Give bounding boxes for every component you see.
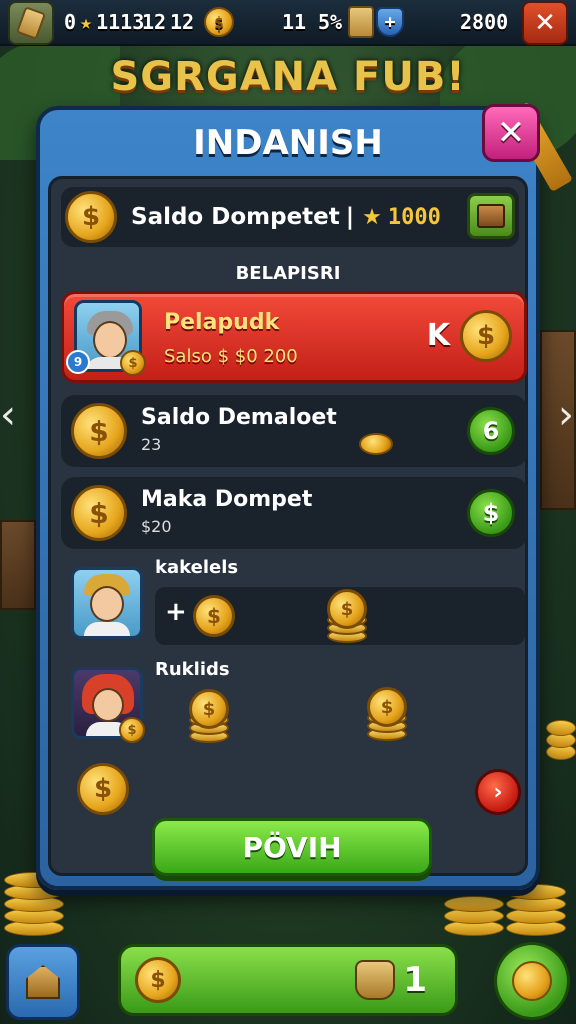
row-title: Saldo Demaloet: [141, 405, 337, 430]
right-arrow-icon[interactable]: ›: [558, 392, 574, 438]
row-value: $20: [141, 517, 172, 536]
left-arrow-icon[interactable]: ‹: [0, 392, 16, 438]
stat-d: 11: [282, 10, 307, 34]
menu-button[interactable]: [8, 1, 54, 45]
modal-close-button[interactable]: ✕: [482, 104, 540, 162]
player-balance: Salso $ $0 200: [164, 346, 298, 367]
results-label: Ruklids: [155, 659, 230, 680]
coin-icon: $: [193, 595, 235, 637]
next-button[interactable]: ›: [475, 769, 521, 815]
game-title: SGRGANA FUB!: [110, 54, 466, 100]
reward-count: 1: [403, 960, 427, 1000]
section-label: BELAPISRI: [235, 263, 341, 284]
close-game-button[interactable]: ✕: [522, 1, 568, 45]
player-card[interactable]: 9 $ Pelapudk Salso $ $0 200 K $: [61, 291, 527, 383]
coin-pile-decoration: [546, 710, 576, 760]
coin-stack-icon: $: [327, 589, 367, 645]
close-icon: ✕: [534, 8, 556, 38]
coin-icon: $: [204, 7, 234, 37]
shield-icon: +: [376, 7, 405, 37]
reward-button[interactable]: $ 1: [118, 944, 458, 1016]
percent-stat: 5% +: [318, 6, 405, 38]
coin-icon: $: [71, 403, 127, 459]
coin-icon: [512, 961, 552, 1001]
coin-icon: $: [65, 191, 117, 243]
star-icon: ★: [362, 204, 382, 230]
stat-b: 12: [142, 10, 167, 34]
modal-header: INDANISH: [40, 110, 536, 176]
wallet-modal: INDANISH ✕ $ Saldo Dompetet | ★ 1000 BEL…: [36, 102, 573, 890]
balance-label: Saldo Dompetet: [131, 204, 340, 230]
row-value: 23: [141, 435, 162, 454]
stat-c: 12: [170, 10, 195, 34]
scroll-icon: [348, 6, 375, 38]
plus-icon: +: [165, 597, 187, 627]
coin-reward-strip: + $ $: [155, 587, 525, 645]
list-item[interactable]: $ Saldo Demaloet 23 6: [61, 395, 527, 467]
coin-icon: $: [460, 310, 512, 362]
scroll-icon: [15, 6, 47, 40]
friends-label: kakelels: [155, 557, 239, 578]
row-title: Maka Dompet: [141, 487, 313, 512]
modal-content: $ Saldo Dompetet | ★ 1000 BELAPISRI 9 $ …: [48, 176, 528, 876]
close-icon: ✕: [496, 113, 526, 153]
top-status-bar: 0 ★ 1113 12 12 $ 11 5% + 2800 ✕: [0, 0, 576, 46]
modal-title: INDANISH: [193, 123, 383, 163]
coin-icon: $: [120, 350, 146, 376]
balance-value: 1000: [387, 204, 441, 230]
player-name: Pelapudk: [164, 310, 280, 335]
coin-icon: $: [119, 717, 145, 743]
coin-icon: $: [71, 485, 127, 541]
player-level-badge: 9: [66, 350, 90, 374]
coin-stack-icon: $: [189, 689, 229, 745]
gold-stat: 2800: [460, 10, 509, 34]
bottom-nav: $ 1: [0, 940, 576, 1024]
wallet-icon[interactable]: [467, 193, 515, 239]
list-item[interactable]: $ Maka Dompet $20 $: [61, 477, 527, 549]
level-stat: 0 ★ 1113: [64, 10, 145, 34]
bag-icon: [355, 960, 396, 1000]
coin-icon: $: [135, 957, 181, 1003]
row-action-button[interactable]: $: [467, 489, 515, 537]
hut-decoration: [0, 520, 36, 610]
friend-avatar[interactable]: [71, 567, 143, 639]
wallet-balance-row: $ Saldo Dompetet | ★ 1000: [61, 187, 519, 247]
home-button[interactable]: [6, 944, 80, 1020]
row-action-button[interactable]: 6: [467, 407, 515, 455]
coin-icon: [359, 433, 393, 455]
home-icon: [26, 965, 60, 999]
star-icon: ★: [80, 10, 93, 34]
balance-separator: |: [345, 204, 355, 230]
coin-stack-icon: $: [367, 687, 407, 743]
confirm-button[interactable]: PÖVIH: [152, 818, 432, 876]
coin-icon: $: [77, 763, 129, 815]
shop-button[interactable]: [494, 942, 570, 1020]
player-rank: K: [426, 318, 450, 353]
coin-stat: $: [204, 6, 234, 38]
